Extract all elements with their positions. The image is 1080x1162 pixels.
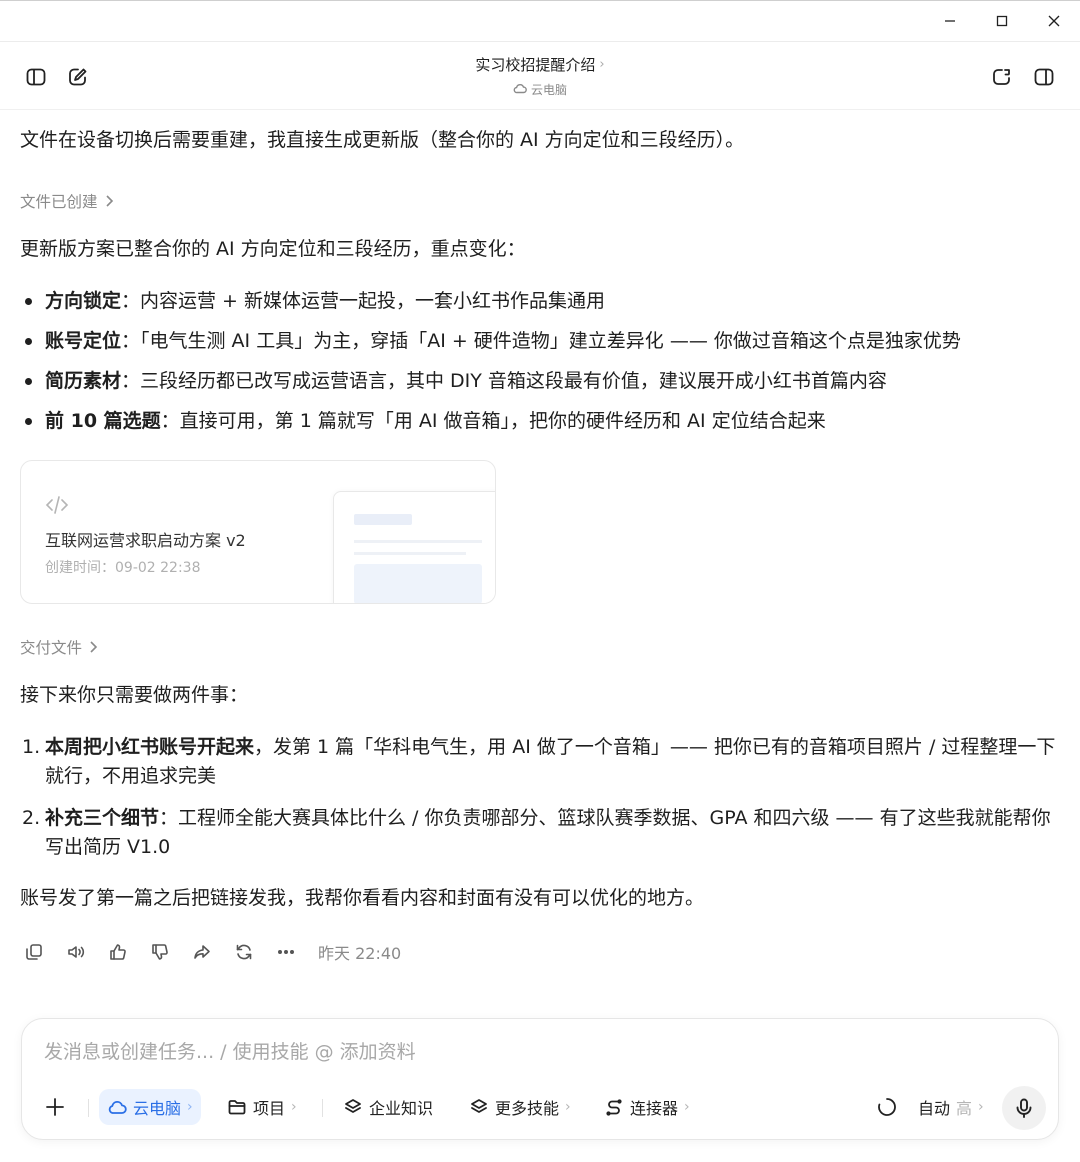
mode-selector[interactable]: 自动 高 › bbox=[910, 1089, 992, 1125]
plus-icon bbox=[46, 1098, 64, 1116]
knowledge-button[interactable]: 企业知识 bbox=[335, 1089, 441, 1125]
regenerate-icon[interactable] bbox=[230, 938, 258, 966]
code-icon bbox=[45, 495, 69, 519]
thumbs-down-icon[interactable] bbox=[146, 938, 174, 966]
file-card-title: 互联网运营求职启动方案 v2 bbox=[45, 531, 246, 550]
list-item: 前 10 篇选题：直接可用，第 1 篇就写「用 AI 做音箱」，把你的硬件经历和… bbox=[20, 401, 961, 441]
chevron-right-icon bbox=[105, 195, 113, 207]
bullet-text: ：三段经历都已改写成运营语言，其中 DIY 音箱这段最有价值，建议展开成小红书首… bbox=[121, 370, 887, 392]
message-summary: 更新版方案已整合你的 AI 方向定位和三段经历，重点变化： bbox=[20, 238, 526, 260]
title-chevron-icon: › bbox=[599, 57, 605, 72]
more-skills-button[interactable]: 更多技能 › bbox=[461, 1089, 579, 1125]
composer: 云电脑 › 项目 › 企业知识 更多技能 › 连接器 › 自动 高 › bbox=[21, 1018, 1059, 1140]
more-icon[interactable] bbox=[272, 938, 300, 966]
file-card-created: 创建时间：09-02 22:38 bbox=[45, 560, 201, 576]
share-arrow-icon[interactable] bbox=[188, 938, 216, 966]
chat-title-area[interactable]: 实习校招提醒介绍 › 云电脑 bbox=[340, 54, 740, 98]
bullet-bold: 前 10 篇选题 bbox=[45, 410, 161, 432]
thumbs-up-icon[interactable] bbox=[104, 938, 132, 966]
more-skills-label: 更多技能 bbox=[495, 1099, 560, 1118]
cloud-pc-button[interactable]: 云电脑 › bbox=[99, 1089, 201, 1125]
numbered-list: 1. 本周把小红书账号开起来，发第 1 篇「华科电气生，用 AI 做了一个音箱」—… bbox=[20, 733, 1065, 862]
maximize-icon[interactable] bbox=[986, 7, 1018, 35]
chevron-right-icon: › bbox=[291, 1099, 297, 1115]
list-item: 2. 补充三个细节：工程师全能大赛具体比什么 / 你负责哪部分、篮球队赛季数据、G… bbox=[20, 804, 1065, 862]
share-icon[interactable] bbox=[986, 61, 1018, 93]
cloud-icon bbox=[108, 1100, 127, 1114]
speaker-icon[interactable] bbox=[62, 938, 90, 966]
bullet-bold: 账号定位 bbox=[45, 330, 122, 352]
mode-label: 自动 bbox=[918, 1099, 951, 1118]
list-item: 账号定位：「电气生测 AI 工具」为主，穿插「AI + 硬件造物」建立差异化 —… bbox=[20, 321, 961, 361]
bullet-text: ：直接可用，第 1 篇就写「用 AI 做音箱」，把你的硬件经历和 AI 定位结合… bbox=[160, 410, 826, 432]
close-icon[interactable] bbox=[1038, 7, 1070, 35]
message-timestamp: 昨天 22:40 bbox=[318, 944, 402, 963]
message-actions: 昨天 22:40 bbox=[20, 938, 401, 966]
layers-icon bbox=[345, 1099, 361, 1113]
step-bold: 本周把小红书账号开起来 bbox=[45, 736, 255, 758]
project-button[interactable]: 项目 › bbox=[219, 1089, 305, 1125]
bullet-bold: 方向锁定 bbox=[45, 290, 122, 312]
microphone-button[interactable] bbox=[1002, 1086, 1046, 1130]
file-created-label: 文件已创建 bbox=[20, 193, 98, 211]
next-steps-intro: 接下来你只需要做两件事： bbox=[20, 684, 249, 706]
microphone-icon bbox=[1016, 1098, 1032, 1118]
page-subtitle: 云电脑 bbox=[530, 83, 567, 97]
new-chat-icon[interactable] bbox=[62, 61, 94, 93]
spinner-icon bbox=[878, 1098, 896, 1116]
cloud-icon bbox=[513, 82, 527, 97]
minimize-icon[interactable] bbox=[934, 7, 966, 35]
list-item: 方向锁定：内容运营 + 新媒体运营一起投，一套小红书作品集通用 bbox=[20, 281, 961, 321]
sidebar-toggle-icon[interactable] bbox=[20, 61, 52, 93]
chevron-right-icon: › bbox=[187, 1099, 193, 1115]
step-text: ：工程师全能大赛具体比什么 / 你负责哪部分、篮球队赛季数据、GPA 和四六级 … bbox=[45, 807, 1051, 858]
chat-header: 实习校招提醒介绍 › 云电脑 bbox=[0, 42, 1080, 110]
copy-icon[interactable] bbox=[20, 938, 48, 966]
add-button[interactable] bbox=[36, 1089, 74, 1125]
connector-label: 连接器 bbox=[630, 1099, 679, 1118]
list-item: 1. 本周把小红书账号开起来，发第 1 篇「华科电气生，用 AI 做了一个音箱」—… bbox=[20, 733, 1065, 791]
connector-button[interactable]: 连接器 › bbox=[596, 1089, 698, 1125]
message-intro: 文件在设备切换后需要重建，我直接生成更新版（整合你的 AI 方向定位和三段经历）… bbox=[20, 129, 745, 151]
chevron-right-icon: › bbox=[565, 1099, 571, 1115]
step-number: 2. bbox=[22, 807, 41, 829]
file-card-preview bbox=[333, 491, 495, 603]
file-created-link[interactable]: 文件已创建 bbox=[20, 190, 114, 212]
bullet-text: ：内容运营 + 新媒体运营一起投，一套小红书作品集通用 bbox=[121, 290, 606, 312]
chevron-right-icon: › bbox=[978, 1099, 984, 1115]
mode-level: 高 bbox=[956, 1099, 973, 1118]
file-card[interactable]: 互联网运营求职启动方案 v2 创建时间：09-02 22:38 bbox=[20, 460, 496, 604]
cloud-pc-label: 云电脑 bbox=[133, 1099, 182, 1118]
toolbar-divider bbox=[322, 1099, 323, 1117]
page-title: 实习校招提醒介绍 bbox=[475, 56, 596, 74]
window-titlebar bbox=[0, 0, 1080, 42]
deliver-files-link[interactable]: 交付文件 bbox=[20, 636, 98, 658]
deliver-label: 交付文件 bbox=[20, 639, 83, 657]
chevron-right-icon bbox=[90, 641, 98, 653]
list-item: 简历素材：三段经历都已改写成运营语言，其中 DIY 音箱这段最有价值，建议展开成… bbox=[20, 361, 961, 401]
loading-indicator bbox=[868, 1089, 906, 1125]
bullet-text: ：「电气生测 AI 工具」为主，穿插「AI + 硬件造物」建立差异化 —— 你做… bbox=[121, 330, 961, 352]
skills-icon bbox=[471, 1099, 487, 1113]
knowledge-label: 企业知识 bbox=[369, 1099, 434, 1118]
message-closing: 账号发了第一篇之后把链接发我，我帮你看看内容和封面有没有可以优化的地方。 bbox=[20, 887, 705, 909]
folder-icon bbox=[228, 1100, 246, 1115]
step-number: 1. bbox=[22, 736, 41, 758]
step-bold: 补充三个细节 bbox=[45, 807, 160, 829]
connector-icon bbox=[606, 1099, 622, 1116]
bullet-bold: 简历素材 bbox=[45, 370, 122, 392]
project-label: 项目 bbox=[253, 1099, 286, 1118]
bullet-list: 方向锁定：内容运营 + 新媒体运营一起投，一套小红书作品集通用 账号定位：「电气… bbox=[20, 281, 961, 441]
right-panel-icon[interactable] bbox=[1028, 61, 1060, 93]
chevron-right-icon: › bbox=[684, 1099, 690, 1115]
message-input[interactable] bbox=[44, 1041, 1034, 1063]
toolbar-divider bbox=[88, 1099, 89, 1117]
